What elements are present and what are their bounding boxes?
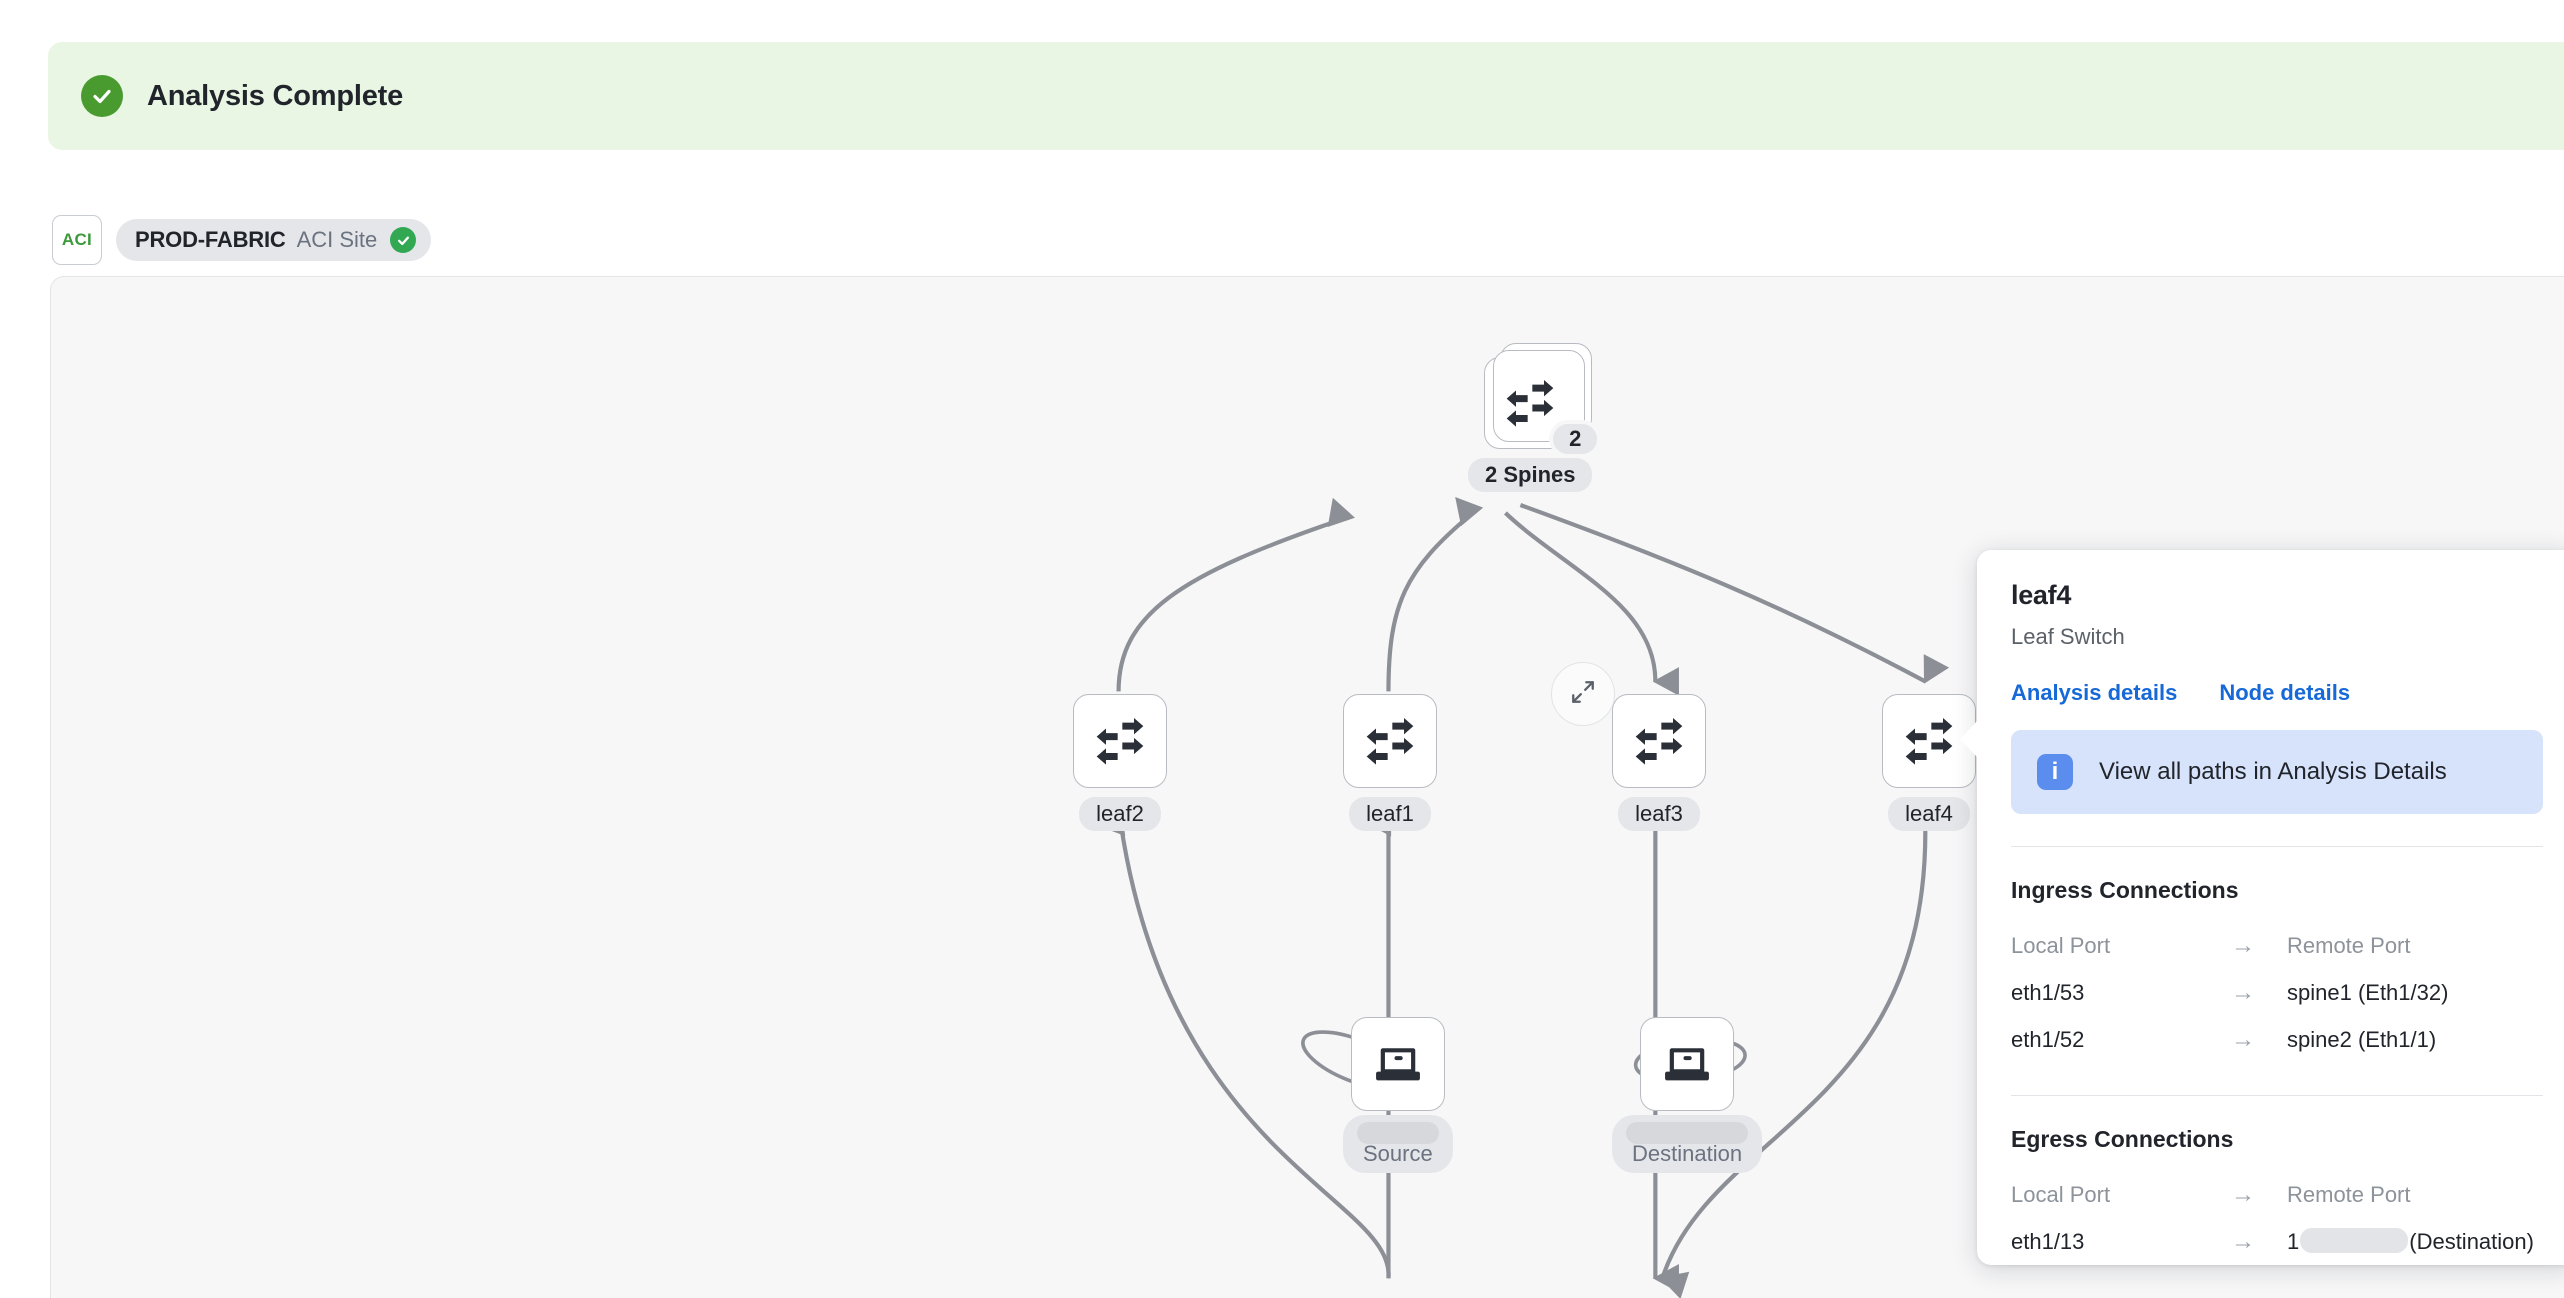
ingress-connections-title: Ingress Connections [2011,877,2239,903]
expand-arrows-icon [1570,679,1596,710]
panel-divider [2011,846,2543,847]
view-all-paths-banner[interactable]: i View all paths in Analysis Details [2011,730,2543,814]
leaf-node-box[interactable] [1073,694,1167,788]
leaf-node-label: leaf2 [1079,797,1161,831]
analysis-status-text: Analysis Complete [147,79,404,112]
site-name: PROD-FABRIC [135,227,286,252]
switch-icon [1901,711,1957,772]
node-spine-group[interactable]: 2 2 Spines [1468,343,1602,492]
expand-topology-button[interactable] [1551,662,1615,726]
panel-title: leaf4 [2011,580,2072,610]
switch-icon [1092,711,1148,772]
leaf-node-box[interactable] [1612,694,1706,788]
endpoint-label-wrapper: Destination [1612,1115,1763,1173]
endpoint-label: Source [1363,1141,1433,1166]
endpoint-node-box[interactable] [1640,1017,1735,1111]
check-circle-icon [81,75,123,117]
table-row[interactable]: eth1/13 → 1 (Destination) [2011,1218,2543,1265]
node-leaf4[interactable]: leaf4 [1882,694,1976,831]
local-port-value: eth1/53 [2011,979,2085,1005]
column-local-port: Local Port [2011,1181,2111,1207]
remote-port-value: 1 (Destination) [2287,1228,2534,1255]
egress-connections-table: Local Port → Remote Port eth1/13 → 1 (Des… [2011,1171,2543,1265]
leaf-node-label: leaf4 [1888,797,1970,831]
panel-subtitle: Leaf Switch [2011,624,2125,649]
node-leaf3[interactable]: leaf3 [1612,694,1706,831]
arrow-icon: → [2231,1025,2255,1053]
column-remote-port: Remote Port [2287,932,2411,958]
aci-badge: ACI [52,215,102,265]
table-header-row: Local Port → Remote Port [2011,922,2543,969]
spine-node-label: 2 Spines [1468,458,1593,492]
site-status-check-icon [390,227,417,253]
laptop-icon [1370,1034,1426,1095]
arrow-icon: → [2231,1227,2255,1255]
redacted-address [1626,1122,1749,1144]
endpoint-label: Destination [1632,1141,1743,1166]
remote-prefix: 1 [2287,1229,2300,1254]
spine-count-badge: 2 [1549,420,1602,458]
info-icon: i [2037,754,2073,790]
column-local-port: Local Port [2011,932,2111,958]
node-destination-endpoint[interactable]: Destination [1612,1017,1763,1173]
local-port-value: eth1/52 [2011,1026,2085,1052]
app-root: Analysis Complete ACI PROD-FABRIC ACI Si… [0,0,2564,1298]
node-source-endpoint[interactable]: Source [1343,1017,1453,1173]
remote-port-value: spine2 (Eth1/1) [2287,1026,2437,1052]
egress-connections-title: Egress Connections [2011,1126,2234,1152]
site-header: ACI PROD-FABRIC ACI Site [52,215,432,265]
leaf-node-label: leaf3 [1618,797,1700,831]
tab-analysis-details[interactable]: Analysis details [2011,680,2177,706]
table-header-row: Local Port → Remote Port [2011,1171,2543,1218]
endpoint-label-wrapper: Source [1343,1115,1453,1173]
arrow-icon: → [2231,1180,2255,1208]
redacted-address [2300,1228,2409,1253]
column-remote-port: Remote Port [2287,1181,2411,1207]
site-kind: ACI Site [296,227,378,252]
arrow-icon: → [2231,931,2255,959]
laptop-icon [1659,1034,1715,1095]
redacted-address [1357,1122,1439,1144]
ingress-connections-table: Local Port → Remote Port eth1/53 → spine… [2011,922,2543,1063]
spine-node-box[interactable]: 2 [1484,343,1602,458]
node-detail-panel: leaf4 Leaf Switch Analysis details Node … [1960,550,2564,1265]
remote-suffix: (Destination) [2409,1229,2534,1254]
table-row[interactable]: eth1/53 → spine1 (Eth1/32) [2011,969,2543,1016]
remote-port-value: spine1 (Eth1/32) [2287,979,2449,1005]
leaf-node-label: leaf1 [1349,797,1431,831]
site-pill[interactable]: PROD-FABRIC ACI Site [116,219,432,261]
switch-icon [1502,373,1558,434]
leaf-node-box[interactable] [1343,694,1437,788]
view-all-paths-text: View all paths in Analysis Details [2099,758,2447,785]
table-row[interactable]: eth1/52 → spine2 (Eth1/1) [2011,1016,2543,1063]
panel-divider [2011,1095,2543,1096]
analysis-status-banner: Analysis Complete [48,42,2564,150]
tab-node-details[interactable]: Node details [2219,680,2350,706]
switch-icon [1362,711,1418,772]
node-leaf2[interactable]: leaf2 [1073,694,1167,831]
local-port-value: eth1/13 [2011,1228,2085,1254]
node-leaf1[interactable]: leaf1 [1343,694,1437,831]
endpoint-node-box[interactable] [1350,1017,1445,1111]
arrow-icon: → [2231,978,2255,1006]
switch-icon [1631,711,1687,772]
panel-tabs: Analysis details Node details [2011,680,2543,706]
